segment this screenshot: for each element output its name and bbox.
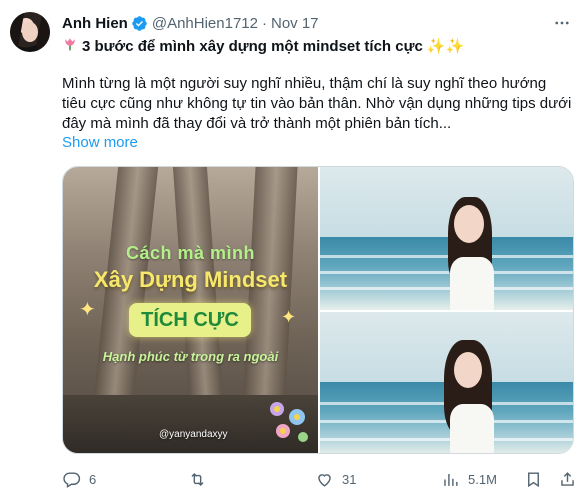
show-more-link[interactable]: Show more (62, 134, 138, 151)
tweet-title: 3 bước để mình xây dựng một mindset tích… (62, 36, 572, 58)
reply-button[interactable]: 6 (62, 466, 96, 492)
media-image-right-top[interactable] (320, 167, 573, 310)
like-count: 31 (342, 471, 357, 487)
media-image-right-bottom[interactable] (320, 312, 573, 453)
share-button[interactable] (558, 466, 577, 492)
title-text: 3 bước để mình xây dựng một mindset tích… (82, 38, 423, 55)
bookmark-icon (528, 471, 539, 487)
sparkles-emoji: ✨✨ (426, 38, 465, 55)
image-watermark: @yanyandaxyy (159, 429, 228, 440)
retweet-icon (191, 472, 204, 486)
retweet-button[interactable] (188, 466, 215, 492)
views-count: 5.1M (468, 471, 497, 487)
verified-badge-icon (131, 15, 148, 32)
image-caption-line2: Xây Dựng Mindset (93, 267, 288, 292)
person-figure (440, 197, 510, 310)
avatar[interactable] (10, 12, 50, 52)
author-handle[interactable]: @AnhHien1712 (152, 15, 258, 32)
image-caption-line4: Hạnh phúc từ trong ra ngoài (102, 349, 279, 364)
tweet-header: Anh Hien @AnhHien1712 · Nov 17 (62, 13, 319, 33)
views-button[interactable]: 5.1M (441, 466, 497, 492)
flower-sticker-icon (270, 402, 308, 442)
like-button[interactable]: 31 (315, 466, 356, 492)
tulip-emoji-icon (62, 36, 78, 58)
separator-dot: · (261, 14, 267, 32)
image-caption-box: TÍCH CỰC (129, 303, 251, 337)
sparkle-icon: ✦ (79, 299, 96, 321)
media-image-left[interactable]: Cách mà mình Xây Dựng Mindset TÍCH CỰC H… (63, 167, 318, 453)
tweet-card[interactable]: Anh Hien @AnhHien1712 · Nov 17 3 bước để… (0, 0, 585, 501)
action-bar: 6 31 5.1M (62, 466, 574, 492)
image-caption-line3: TÍCH CỰC (141, 308, 239, 331)
reply-icon (63, 471, 81, 488)
tweet-body: Mình từng là một người suy nghĩ nhiều, t… (62, 75, 572, 132)
share-icon (561, 471, 574, 486)
more-options-icon[interactable] (551, 12, 573, 34)
media-grid[interactable]: Cách mà mình Xây Dựng Mindset TÍCH CỰC H… (62, 166, 574, 454)
sparkle-icon: ✦ (281, 307, 297, 327)
reply-count: 6 (89, 471, 97, 487)
bookmark-button[interactable] (524, 466, 543, 492)
image-caption-line1: Cách mà mình (125, 243, 256, 263)
author-name[interactable]: Anh Hien (62, 15, 128, 32)
person-figure (438, 340, 508, 453)
bar-chart-icon (444, 473, 458, 486)
tweet-date[interactable]: Nov 17 (271, 15, 319, 32)
avatar-face (22, 22, 38, 42)
heart-icon (318, 473, 331, 487)
